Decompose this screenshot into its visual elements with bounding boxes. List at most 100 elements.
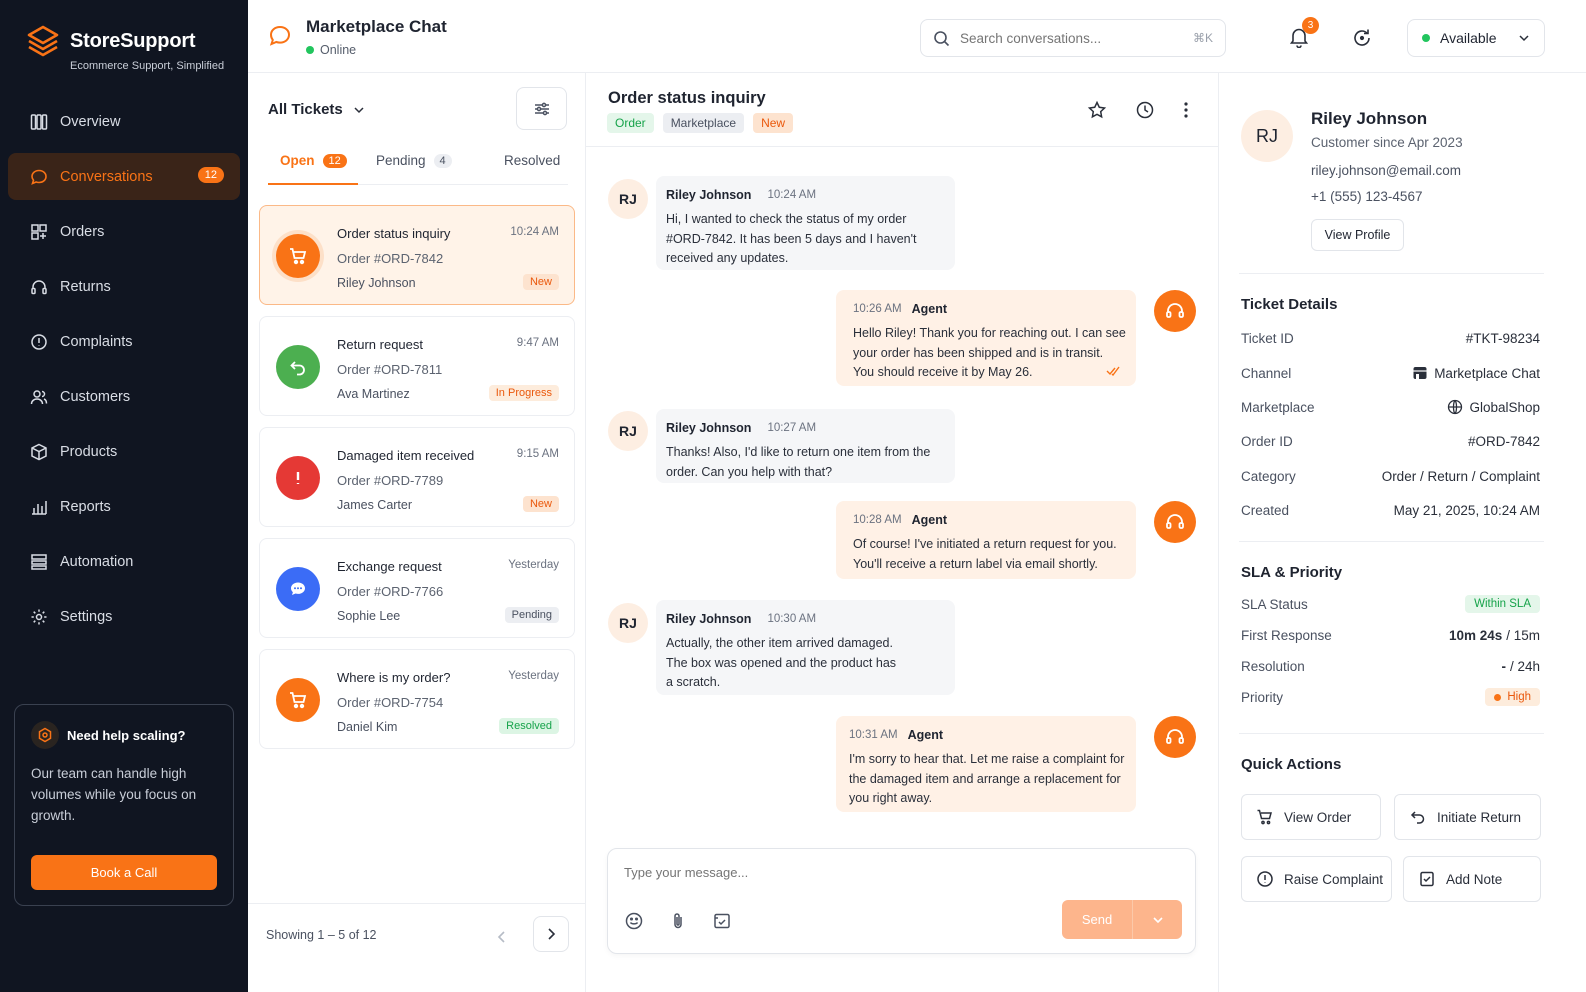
ticket-customer: Riley Johnson: [337, 276, 416, 290]
view-profile-button[interactable]: View Profile: [1311, 219, 1404, 251]
conversation-title: Order status inquiry: [608, 89, 766, 107]
divider: [1239, 273, 1544, 274]
filter-settings-button[interactable]: [516, 87, 567, 130]
detail-label: Channel: [1241, 365, 1292, 381]
customer-avatar: RJ: [1241, 110, 1293, 162]
refresh-button[interactable]: [1351, 27, 1373, 49]
sidebar-item-overview[interactable]: Overview: [8, 98, 240, 145]
status-badge: Pending: [504, 607, 559, 623]
sidebar-item-orders[interactable]: Orders: [8, 208, 240, 255]
availability-select[interactable]: Available: [1407, 19, 1545, 57]
tab-resolved[interactable]: Resolved: [504, 153, 560, 168]
conversation-tags: Order Marketplace New: [607, 113, 794, 133]
paperclip-icon[interactable]: [668, 911, 688, 931]
chat-header: Order status inquiry Order Marketplace N…: [586, 73, 1219, 147]
globe-icon: [1447, 399, 1463, 415]
sidebar-item-label: Customers: [60, 388, 131, 405]
message-sender: Riley Johnson: [666, 421, 752, 435]
sla-row-priority: Priority High: [1241, 688, 1540, 706]
search-box[interactable]: ⌘K: [920, 19, 1226, 57]
detail-value: GlobalShop: [1469, 399, 1540, 415]
template-icon[interactable]: [712, 911, 732, 931]
customer-email[interactable]: riley.johnson@email.com: [1311, 163, 1461, 178]
sidebar-item-automation[interactable]: Automation: [8, 538, 240, 585]
customer-phone[interactable]: +1 (555) 123-4567: [1311, 189, 1422, 204]
clock-icon[interactable]: [1135, 100, 1155, 120]
tab-count: 12: [322, 153, 347, 168]
ticket-title: Damaged item received: [337, 448, 475, 463]
star-icon[interactable]: [1087, 100, 1107, 120]
message-sender: Agent: [907, 728, 944, 742]
sidebar-item-customers[interactable]: Customers: [8, 373, 240, 420]
initiate-return-button[interactable]: Initiate Return: [1394, 794, 1541, 840]
ticket-pagination: Showing 1 – 5 of 12: [248, 903, 586, 992]
orders-icon: [30, 223, 48, 241]
quick-action-label: Raise Complaint: [1284, 871, 1384, 887]
tag-order: Order: [607, 113, 654, 133]
sidebar-item-products[interactable]: Products: [8, 428, 240, 475]
message-text: Hi, I wanted to check the status of my o…: [666, 212, 917, 265]
quick-action-label: View Order: [1284, 809, 1352, 825]
detail-value-wrap: GlobalShop: [1447, 399, 1540, 415]
sidebar-item-complaints[interactable]: Complaints: [8, 318, 240, 365]
message-time: 10:28 AM: [853, 514, 902, 526]
ticket-filter-label: All Tickets: [268, 101, 343, 118]
return-icon: [288, 357, 308, 377]
sla-row-status: SLA Status Within SLA: [1241, 595, 1540, 613]
detail-value[interactable]: #ORD-7842: [1468, 434, 1540, 449]
agent-message: 10:26 AM Agent Hello Riley! Thank you for…: [836, 290, 1136, 386]
raise-complaint-button[interactable]: Raise Complaint: [1241, 856, 1392, 902]
ticket-filter-dropdown[interactable]: All Tickets: [268, 101, 365, 118]
book-call-button[interactable]: Book a Call: [31, 855, 217, 890]
composer-tools: [624, 911, 732, 931]
tab-open[interactable]: Open 12: [280, 153, 347, 168]
brand[interactable]: StoreSupport: [26, 24, 196, 58]
message-time: 10:26 AM: [853, 303, 902, 315]
exclamation-icon: [288, 468, 308, 488]
customer-message: Riley Johnson 10:30 AM Actually, the othe…: [656, 600, 955, 695]
send-button[interactable]: Send: [1062, 912, 1132, 927]
next-page-button[interactable]: [533, 916, 569, 952]
message-header: 10:28 AM Agent: [853, 513, 1126, 527]
ticket-tabs: Open 12 Pending 4 Resolved: [268, 143, 568, 185]
sla-title: SLA & Priority: [1241, 564, 1343, 581]
ticket-card[interactable]: Exchange request Order #ORD-7766 Sophie …: [259, 538, 575, 638]
sidebar-item-conversations[interactable]: Conversations 12: [8, 153, 240, 200]
ticket-card[interactable]: Where is my order? Order #ORD-7754 Danie…: [259, 649, 575, 749]
search-icon: [933, 30, 950, 47]
ticket-card[interactable]: Damaged item received Order #ORD-7789 Ja…: [259, 427, 575, 527]
sidebar-item-label: Orders: [60, 223, 105, 240]
double-check-icon: [1106, 366, 1122, 376]
sidebar-item-settings[interactable]: Settings: [8, 593, 240, 640]
search-input[interactable]: [960, 30, 1183, 46]
gear-icon: [30, 608, 48, 626]
ticket-card[interactable]: Return request Order #ORD-7811 Ava Marti…: [259, 316, 575, 416]
emoji-icon[interactable]: [624, 911, 644, 931]
add-note-button[interactable]: Add Note: [1403, 856, 1541, 902]
send-options-button[interactable]: [1133, 914, 1182, 926]
message-input[interactable]: [624, 865, 1054, 887]
ticket-order: Order #ORD-7811: [337, 362, 443, 377]
detail-row-order-id: Order ID #ORD-7842: [1241, 434, 1540, 449]
sidebar-item-reports[interactable]: Reports: [8, 483, 240, 530]
ticket-time: Yesterday: [508, 559, 559, 571]
cart-icon: [288, 690, 308, 710]
sidebar-item-returns[interactable]: Returns: [8, 263, 240, 310]
view-order-button[interactable]: View Order: [1241, 794, 1381, 840]
prev-page-button[interactable]: [488, 920, 516, 954]
detail-label: Category: [1241, 469, 1296, 484]
refresh-icon: [1351, 27, 1373, 49]
customer-name: Riley Johnson: [1311, 109, 1428, 128]
divider: [1239, 541, 1544, 542]
chat-icon: [268, 24, 292, 48]
message-header: 10:31 AM Agent: [849, 728, 1130, 742]
priority-badge: High: [1485, 688, 1540, 706]
chat-bubble-icon: [288, 579, 308, 599]
more-vertical-icon[interactable]: [1183, 100, 1189, 120]
notifications-button[interactable]: 3: [1288, 17, 1319, 48]
ticket-card[interactable]: Order status inquiry Order #ORD-7842 Ril…: [259, 205, 575, 305]
detail-row-created: Created May 21, 2025, 10:24 AM: [1241, 503, 1540, 518]
tab-pending[interactable]: Pending 4: [376, 153, 452, 168]
tag-new: New: [753, 113, 794, 133]
chat-icon: [30, 168, 48, 186]
